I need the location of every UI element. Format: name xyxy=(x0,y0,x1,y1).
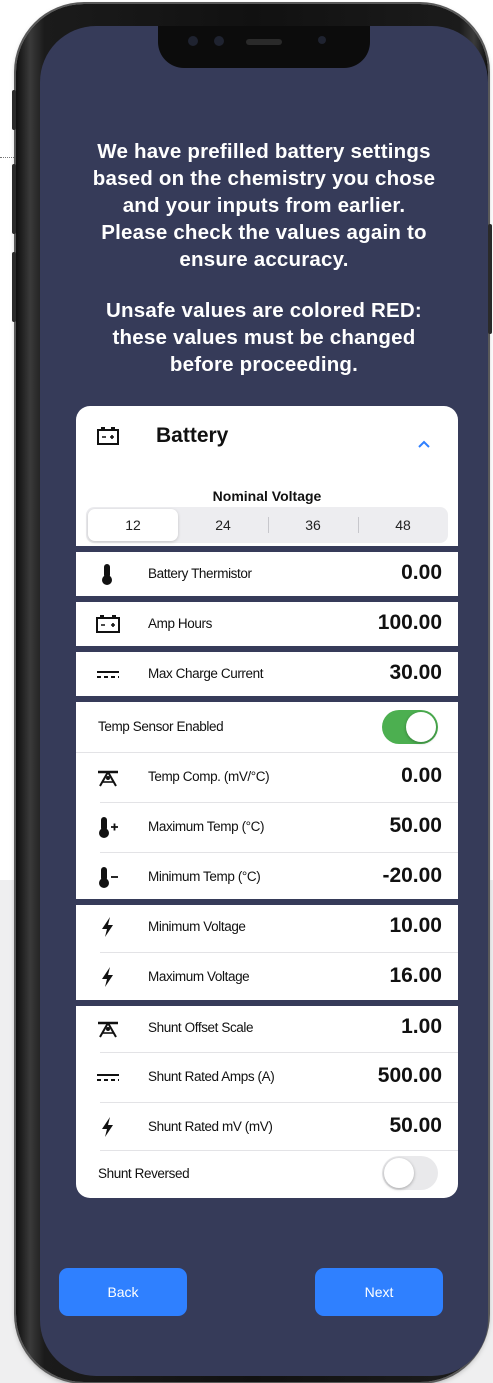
shunt-rated-amps-row[interactable]: Shunt Rated Amps (A) 500.00 xyxy=(76,1055,458,1099)
row-divider xyxy=(100,802,458,803)
row-label: Max Charge Current xyxy=(148,666,264,681)
minimum-temp-row[interactable]: Minimum Temp (°C) -20.00 xyxy=(76,855,458,899)
voltage-option-48[interactable]: 48 xyxy=(358,509,448,541)
row-divider xyxy=(100,1102,458,1103)
battery-icon xyxy=(94,612,122,636)
shunt-reversed-row: Shunt Reversed xyxy=(76,1148,458,1198)
nominal-voltage-segmented-control: 12 24 36 48 xyxy=(86,507,448,543)
intro-line: Please check the values again to xyxy=(101,221,427,244)
intro-line: and your inputs from earlier. xyxy=(122,194,406,217)
volume-down-button xyxy=(12,252,16,322)
row-label: Shunt Reversed xyxy=(98,1166,190,1181)
row-label: Shunt Rated Amps (A) xyxy=(148,1069,275,1084)
volume-up-button xyxy=(12,164,16,234)
temp-comp-row[interactable]: Temp Comp. (mV/°C) 0.00 xyxy=(76,755,458,799)
row-value: -20.00 xyxy=(382,864,442,887)
phone-screen: We have prefilled battery settings based… xyxy=(40,26,488,1376)
maximum-voltage-row[interactable]: Maximum Voltage 16.00 xyxy=(76,955,458,999)
row-label: Amp Hours xyxy=(148,616,212,631)
thermometer-minus-icon xyxy=(94,865,122,889)
intro-line: ensure accuracy. xyxy=(179,248,349,271)
row-label: Maximum Voltage xyxy=(148,969,250,984)
battery-icon xyxy=(96,426,120,451)
battery-card-header[interactable]: Battery xyxy=(76,406,458,468)
row-label: Temp Sensor Enabled xyxy=(98,719,224,734)
row-label: Battery Thermistor xyxy=(148,566,252,581)
intro-line: We have prefilled battery settings xyxy=(97,140,431,163)
power-button xyxy=(488,224,492,334)
row-value: 30.00 xyxy=(389,661,442,684)
sensor-dot xyxy=(188,36,198,46)
temp-sensor-enabled-row: Temp Sensor Enabled xyxy=(76,702,458,752)
warning-text: Unsafe values are colored RED: these val… xyxy=(58,297,470,378)
shunt-rated-mv-row[interactable]: Shunt Rated mV (mV) 50.00 xyxy=(76,1105,458,1149)
sensor-dot xyxy=(214,36,224,46)
toggle-knob xyxy=(406,712,436,742)
shunt-reversed-toggle[interactable] xyxy=(382,1156,438,1190)
card-title: Battery xyxy=(156,424,229,447)
row-value: 0.00 xyxy=(401,764,442,787)
row-divider xyxy=(100,952,458,953)
amp-hours-row[interactable]: Amp Hours 100.00 xyxy=(76,602,458,646)
row-value: 50.00 xyxy=(389,1114,442,1137)
dc-current-icon xyxy=(94,1065,122,1089)
row-value: 500.00 xyxy=(377,1064,442,1087)
battery-thermistor-row[interactable]: Battery Thermistor 0.00 xyxy=(76,552,458,596)
notch xyxy=(158,26,370,68)
intro-text: We have prefilled battery settings based… xyxy=(58,138,470,273)
row-label: Minimum Temp (°C) xyxy=(148,869,261,884)
warning-line: before proceeding. xyxy=(169,353,359,376)
row-label: Shunt Offset Scale xyxy=(148,1020,254,1035)
phone-frame: We have prefilled battery settings based… xyxy=(12,4,492,1382)
max-charge-current-row[interactable]: Max Charge Current 30.00 xyxy=(76,652,458,696)
temp-comp-icon xyxy=(94,765,122,789)
row-value: 16.00 xyxy=(389,964,442,987)
dc-current-icon xyxy=(94,662,122,686)
row-value: 10.00 xyxy=(389,914,442,937)
minimum-voltage-row[interactable]: Minimum Voltage 10.00 xyxy=(76,905,458,949)
lightning-icon xyxy=(94,965,122,989)
row-label: Temp Comp. (mV/°C) xyxy=(148,769,270,784)
thermometer-plus-icon xyxy=(94,815,122,839)
row-label: Shunt Rated mV (mV) xyxy=(148,1119,273,1134)
voltage-option-36[interactable]: 36 xyxy=(268,509,358,541)
temp-comp-icon xyxy=(94,1016,122,1040)
nominal-voltage-label: Nominal Voltage xyxy=(212,488,322,504)
intro-line: based on the chemistry you chose xyxy=(92,167,436,190)
lightning-icon xyxy=(94,1115,122,1139)
next-button[interactable]: Next xyxy=(315,1268,443,1316)
row-value: 50.00 xyxy=(389,814,442,837)
camera-dot xyxy=(318,36,326,44)
row-divider xyxy=(100,1052,458,1053)
row-label: Maximum Temp (°C) xyxy=(148,819,265,834)
row-divider xyxy=(100,852,458,853)
speaker-grille xyxy=(246,39,282,45)
row-label: Minimum Voltage xyxy=(148,919,246,934)
lightning-icon xyxy=(94,915,122,939)
chevron-up-icon[interactable] xyxy=(416,436,432,454)
row-value: 0.00 xyxy=(401,561,442,584)
temp-sensor-toggle[interactable] xyxy=(382,710,438,744)
row-value: 1.00 xyxy=(401,1015,442,1038)
row-value: 100.00 xyxy=(377,611,442,634)
maximum-temp-row[interactable]: Maximum Temp (°C) 50.00 xyxy=(76,805,458,849)
voltage-option-24[interactable]: 24 xyxy=(178,509,268,541)
warning-line: Unsafe values are colored RED: xyxy=(106,299,422,322)
shunt-offset-scale-row[interactable]: Shunt Offset Scale 1.00 xyxy=(76,1006,458,1050)
back-button[interactable]: Back xyxy=(59,1268,187,1316)
row-divider xyxy=(76,752,458,753)
thermometer-icon xyxy=(94,562,122,586)
toggle-knob xyxy=(384,1158,414,1188)
warning-line: these values must be changed xyxy=(112,326,416,349)
voltage-option-12[interactable]: 12 xyxy=(88,509,178,541)
battery-settings-card: Battery Nominal Voltage 12 24 36 48 Batt… xyxy=(76,406,458,1198)
mute-switch xyxy=(12,90,16,130)
